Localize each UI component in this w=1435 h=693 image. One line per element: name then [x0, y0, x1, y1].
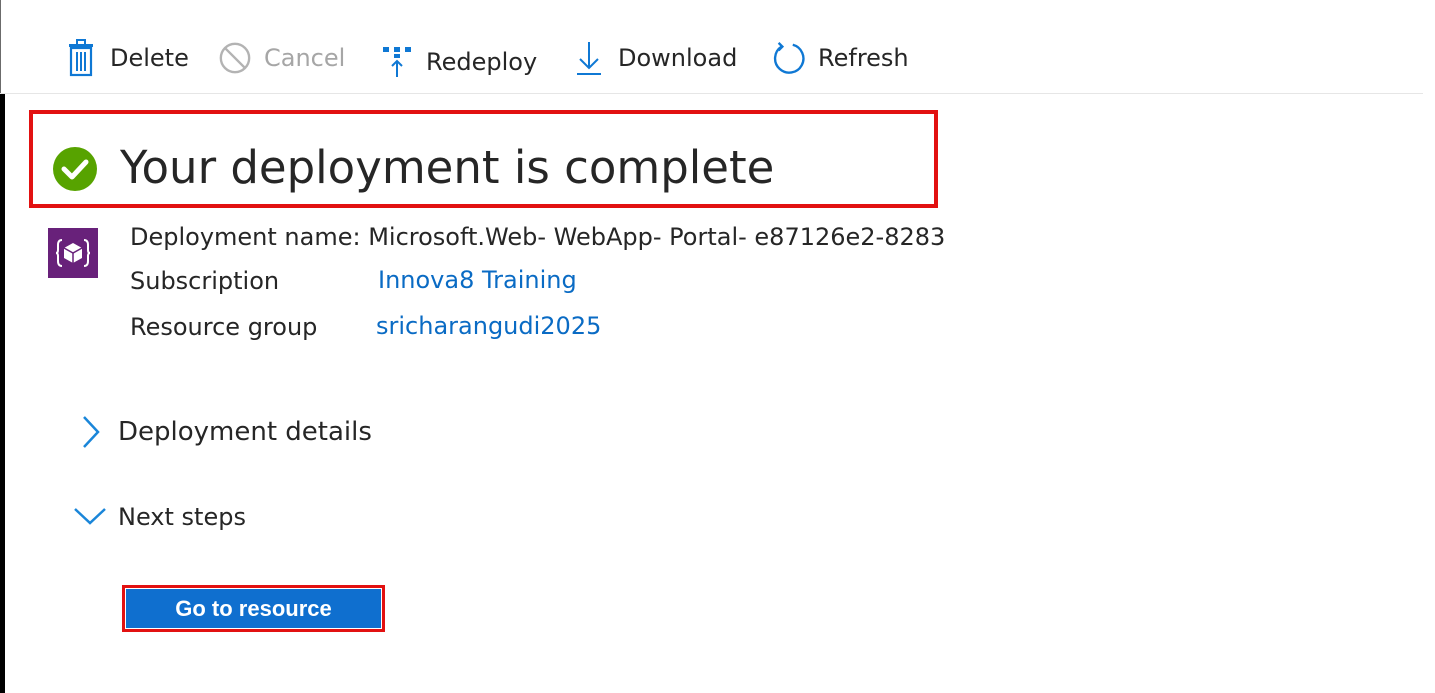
subscription-label: Subscription	[130, 267, 280, 295]
go-to-resource-button[interactable]: Go to resource	[126, 589, 381, 628]
left-border	[0, 93, 5, 693]
redeploy-icon	[380, 42, 414, 82]
success-check-icon	[52, 146, 98, 192]
chevron-right-icon	[72, 414, 108, 450]
download-label: Download	[618, 44, 738, 72]
deployment-details-label: Deployment details	[118, 417, 372, 447]
download-button[interactable]: Download	[572, 36, 737, 80]
redeploy-button[interactable]: Redeploy	[380, 40, 537, 84]
deployment-details-toggle[interactable]: Deployment details	[72, 414, 372, 450]
next-steps-label: Next steps	[118, 503, 246, 531]
refresh-button[interactable]: Refresh	[772, 36, 909, 80]
subscription-link[interactable]: Innova8 Training	[378, 265, 577, 295]
trash-icon	[64, 38, 98, 78]
cancel-icon	[218, 38, 252, 78]
page-title: Your deployment is complete	[120, 141, 775, 194]
resource-group-label: Resource group	[130, 313, 318, 341]
download-icon	[572, 38, 606, 78]
resource-group-link[interactable]: sricharangudi2025	[376, 311, 601, 341]
cancel-label: Cancel	[264, 44, 346, 72]
chevron-down-icon	[72, 499, 108, 535]
delete-button[interactable]: Delete	[64, 36, 189, 80]
refresh-label: Refresh	[818, 44, 909, 72]
cancel-button[interactable]: Cancel	[218, 36, 345, 80]
delete-label: Delete	[110, 44, 189, 72]
deployment-name: Deployment name: Microsoft.Web- WebApp- …	[130, 223, 946, 251]
redeploy-label: Redeploy	[426, 48, 538, 76]
refresh-icon	[772, 38, 806, 78]
next-steps-toggle[interactable]: Next steps	[72, 499, 246, 535]
deployment-resource-icon	[48, 228, 98, 278]
command-toolbar: Delete Cancel Redeploy Download Refresh	[0, 0, 1423, 94]
